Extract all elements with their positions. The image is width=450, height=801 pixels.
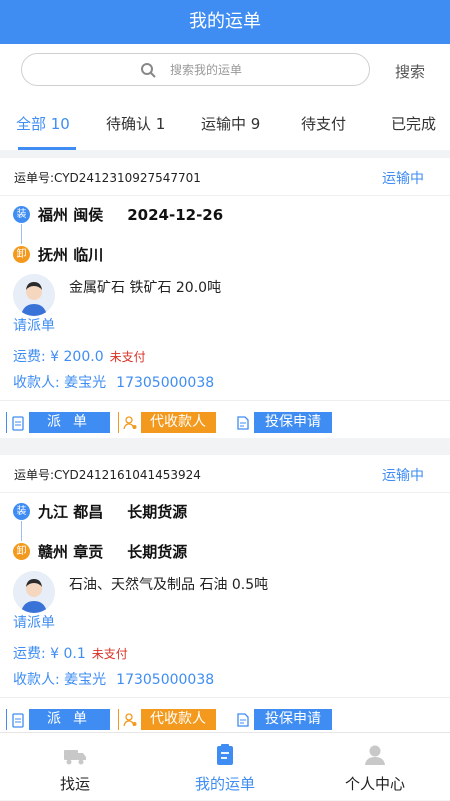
route-connector [21, 521, 22, 541]
document-icon [217, 744, 233, 765]
insurance-doc-icon [232, 412, 254, 433]
user-icon [119, 709, 141, 730]
load-pin-icon: 装 [13, 206, 30, 223]
route-destination: 抚州 临川 [38, 244, 103, 265]
truck-icon [64, 750, 86, 765]
user-icon [119, 412, 141, 433]
origin-city: 福州 闽侯 [38, 206, 104, 224]
insurance-label: 投保申请 [254, 412, 332, 433]
freight-fee: 运费: ¥ 0.1 [13, 646, 86, 662]
route-connector [21, 224, 22, 244]
search-input[interactable]: 搜索我的运单 [21, 53, 370, 86]
cargo-info: 石油、天然气及制品 石油 0.5吨 [69, 577, 269, 593]
nav-label: 找运 [59, 775, 90, 793]
clipboard-icon [7, 709, 29, 730]
cargo-info: 金属矿石 铁矿石 20.0吨 [69, 280, 222, 296]
origin-date: 2024-12-26 [127, 206, 224, 224]
dispatch-hint[interactable]: 请派单 [13, 315, 55, 335]
order-card[interactable]: 运单号:CYD2412310927547701 运输中 装 卸 福州 闽侯 202… [0, 158, 450, 438]
tab-pending-payment[interactable]: 待支付 [301, 113, 346, 134]
insurance-label: 投保申请 [254, 709, 332, 730]
insurance-button[interactable]: 投保申请 [232, 412, 332, 433]
order-card-header: 运单号:CYD2412310927547701 运输中 [0, 158, 450, 196]
status-tabs: 全部 10 待确认 1 运输中 9 待支付 已完成 [0, 98, 450, 150]
collect-payee-button[interactable]: 代收款人 [118, 709, 216, 730]
payee-name: 收款人: 姜宝光 [13, 672, 107, 688]
order-status: 运输中 [382, 171, 424, 187]
app-header: 我的运单 [0, 0, 450, 44]
tab-completed[interactable]: 已完成 [391, 113, 436, 134]
load-pin-icon: 装 [13, 503, 30, 520]
fee-row: 运费: ¥ 200.0 未支付 [13, 346, 146, 366]
clipboard-icon [7, 412, 29, 433]
unload-pin-icon: 卸 [13, 246, 30, 263]
order-number: 运单号:CYD2412310927547701 [14, 171, 201, 185]
origin-source-type: 长期货源 [127, 503, 188, 521]
destination-city: 抚州 临川 [38, 246, 104, 264]
nav-label: 个人中心 [344, 775, 405, 793]
search-bar: 搜索我的运单 搜索 [0, 44, 450, 98]
order-status: 运输中 [382, 468, 424, 484]
tab-all[interactable]: 全部 10 [16, 113, 70, 134]
payee-phone: 17305000038 [116, 375, 215, 391]
insurance-doc-icon [232, 709, 254, 730]
order-number: 运单号:CYD2412161041453924 [14, 468, 201, 482]
order-actions: 派单 代收款人 投保申请 [0, 400, 450, 445]
user-icon [365, 745, 385, 765]
destination-source-type: 长期货源 [127, 543, 188, 561]
payee-row: 收款人: 姜宝光 17305000038 [13, 372, 214, 392]
tab-pending-confirm[interactable]: 待确认 1 [106, 113, 165, 134]
insurance-button[interactable]: 投保申请 [232, 709, 332, 730]
page-title: 我的运单 [189, 11, 261, 32]
active-tab-indicator [18, 147, 76, 150]
dispatch-button[interactable]: 派单 [6, 412, 110, 433]
avatar [13, 274, 55, 316]
freight-fee: 运费: ¥ 200.0 [13, 349, 104, 365]
dispatch-button[interactable]: 派单 [6, 709, 110, 730]
order-card-header: 运单号:CYD2412161041453924 运输中 [0, 455, 450, 493]
payee-name: 收款人: 姜宝光 [13, 375, 107, 391]
dispatch-label: 派单 [29, 412, 109, 433]
route-origin: 九江 都昌 长期货源 [38, 501, 187, 522]
tab-in-transit[interactable]: 运输中 9 [201, 113, 260, 134]
avatar [13, 571, 55, 613]
destination-city: 赣州 章贡 [38, 543, 104, 561]
payment-status: 未支付 [109, 350, 146, 364]
search-icon [141, 63, 156, 78]
unload-pin-icon: 卸 [13, 543, 30, 560]
dispatch-hint[interactable]: 请派单 [13, 612, 55, 632]
collect-payee-label: 代收款人 [141, 412, 215, 433]
search-button[interactable]: 搜索 [395, 61, 425, 82]
payment-status: 未支付 [91, 647, 128, 661]
order-card[interactable]: 运单号:CYD2412161041453924 运输中 装 卸 九江 都昌长期货… [0, 455, 450, 732]
dispatch-label: 派单 [29, 709, 109, 730]
search-placeholder: 搜索我的运单 [170, 63, 243, 77]
payee-row: 收款人: 姜宝光 17305000038 [13, 669, 214, 689]
collect-payee-label: 代收款人 [141, 709, 215, 730]
payee-phone: 17305000038 [116, 672, 215, 688]
bottom-nav: 找运 我的运单 个人中心 [0, 732, 450, 800]
nav-label: 我的运单 [194, 775, 255, 793]
collect-payee-button[interactable]: 代收款人 [118, 412, 216, 433]
route-origin: 福州 闽侯 2024-12-26 [38, 204, 223, 225]
route-destination: 赣州 章贡 长期货源 [38, 541, 187, 562]
nav-find-freight[interactable]: 找运 [0, 733, 150, 801]
nav-profile[interactable]: 个人中心 [300, 733, 450, 801]
fee-row: 运费: ¥ 0.1 未支付 [13, 643, 128, 663]
origin-city: 九江 都昌 [38, 503, 104, 521]
nav-my-orders[interactable]: 我的运单 [150, 733, 300, 801]
